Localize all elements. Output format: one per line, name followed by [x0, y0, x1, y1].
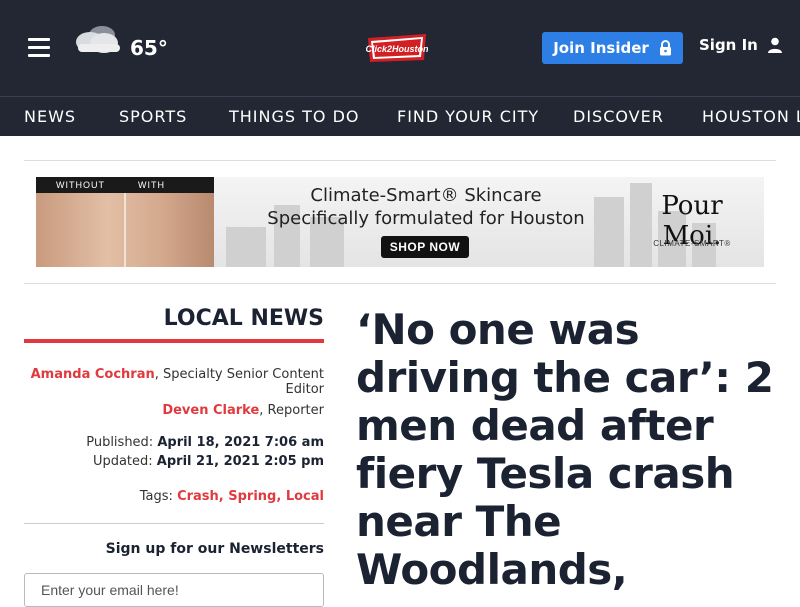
published-date: Published: April 18, 2021 7:06 am [24, 435, 324, 450]
user-icon [767, 37, 782, 53]
updated-date: Updated: April 21, 2021 2:05 pm [24, 454, 324, 469]
sign-in-label: Sign In [699, 36, 758, 54]
sign-in-button[interactable]: Sign In [699, 36, 782, 54]
divider [24, 160, 776, 161]
ad-headline: Climate-Smart® Skincare [310, 185, 542, 206]
ad-photo: WITHOUT WITH [36, 177, 214, 267]
tags-line: Tags: Crash, Spring, Local [139, 489, 324, 504]
section-title[interactable]: LOCAL NEWS [24, 306, 324, 331]
ad-subheadline: Specifically formulated for Houston [267, 208, 585, 229]
nav-item-houston-life[interactable]: HOUSTON LIFE [702, 107, 800, 126]
site-header: 65° Click2Houston Join Insider Sign In [0, 0, 800, 96]
nav-item-find-your-city[interactable]: FIND YOUR CITY [397, 107, 539, 126]
nav-item-discover[interactable]: DISCOVER [573, 107, 664, 126]
join-insider-label: Join Insider [553, 39, 649, 57]
ad-brand-tagline: CLIMATE-SMART® [653, 239, 731, 248]
advertisement-banner[interactable]: WITHOUT WITH Climate-Smart® Skincare Spe… [36, 177, 764, 267]
tags-label: Tags: [139, 489, 173, 504]
newsletter-email-input[interactable] [24, 573, 324, 607]
newsletter-title: Sign up for our Newsletters [105, 541, 324, 557]
updated-value: April 21, 2021 2:05 pm [156, 454, 324, 469]
section-underline [24, 339, 324, 343]
cloudy-icon [76, 26, 120, 53]
nav-item-sports[interactable]: SPORTS [119, 107, 187, 126]
svg-text:Click2Houston: Click2Houston [366, 44, 428, 54]
ad-photo-divider [124, 193, 126, 267]
author-link[interactable]: Deven Clarke [162, 403, 259, 418]
author-role: , Specialty Senior Content Editor [154, 367, 324, 397]
published-label: Published: [86, 435, 154, 450]
nav-item-things-to-do[interactable]: THINGS TO DO [229, 107, 360, 126]
published-value: April 18, 2021 7:06 am [157, 435, 324, 450]
main-nav: NEWS SPORTS THINGS TO DO FIND YOUR CITY … [0, 96, 800, 136]
menu-icon[interactable] [28, 38, 50, 58]
lock-icon [659, 40, 671, 56]
ad-comparison-strip: WITHOUT WITH [36, 177, 214, 193]
ad-without-label: WITHOUT [56, 180, 105, 190]
updated-label: Updated: [92, 454, 153, 469]
ad-with-label: WITH [138, 180, 165, 190]
tag-link[interactable]: Crash [177, 489, 219, 504]
author-link[interactable]: Amanda Cochran [31, 367, 155, 382]
divider [24, 283, 776, 284]
site-logo[interactable]: Click2Houston [366, 32, 428, 64]
temperature: 65° [130, 36, 168, 60]
tag-link[interactable]: Spring [228, 489, 276, 504]
author-line: Amanda Cochran, Specialty Senior Content… [24, 367, 324, 397]
nav-item-news[interactable]: NEWS [24, 107, 76, 126]
article-headline: ‘No one was driving the car’: 2 men dead… [356, 305, 774, 594]
shop-now-button[interactable]: SHOP NOW [381, 236, 469, 258]
author-role: , Reporter [259, 403, 324, 418]
author-line: Deven Clarke, Reporter [24, 403, 324, 418]
tag-link[interactable]: Local [286, 489, 324, 504]
join-insider-button[interactable]: Join Insider [542, 32, 683, 64]
divider [24, 523, 324, 524]
